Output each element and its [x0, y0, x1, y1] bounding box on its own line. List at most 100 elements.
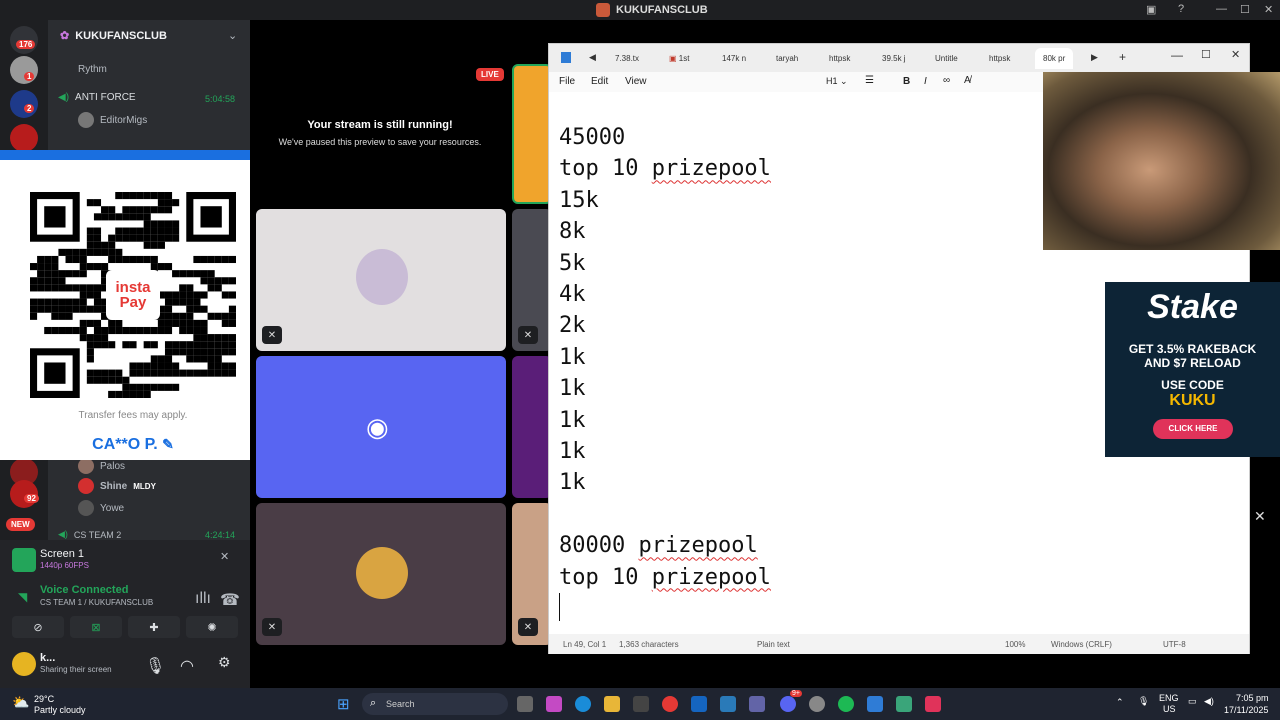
soundboard-icon[interactable]: ıllı: [195, 590, 211, 608]
encoding[interactable]: UTF-8: [1163, 640, 1186, 649]
network-icon[interactable]: ▭: [1188, 696, 1197, 707]
edge-icon[interactable]: [575, 696, 591, 712]
voice-member[interactable]: Palos: [78, 458, 125, 474]
close-button[interactable]: ✕: [1264, 3, 1273, 16]
line-ending[interactable]: Windows (CRLF): [1051, 640, 1112, 649]
tab-item[interactable]: 39.5k j: [882, 54, 906, 63]
app-icon[interactable]: [720, 696, 736, 712]
scroll-tabs-left-icon[interactable]: ◀: [589, 52, 596, 63]
outlook-icon[interactable]: [691, 696, 707, 712]
participant-tile[interactable]: [512, 356, 552, 498]
server-icon[interactable]: [10, 90, 38, 118]
search-box[interactable]: ⌕ Search: [362, 693, 508, 715]
paused-subtitle: We've paused this preview to save your r…: [278, 137, 482, 147]
menu-file[interactable]: File: [559, 76, 575, 87]
clock-date[interactable]: 17/11/2025: [1224, 705, 1268, 715]
voice-member[interactable]: EditorMigs: [78, 112, 147, 128]
text-line: 4k: [559, 282, 586, 308]
stake-ad-banner[interactable]: Stake GET 3.5% RAKEBACK AND $7 RELOAD US…: [1105, 282, 1280, 457]
stop-stream-button[interactable]: ⊠: [70, 616, 122, 638]
edit-icon[interactable]: ✎: [162, 436, 174, 452]
tab-item[interactable]: httpsk: [829, 54, 850, 63]
steam-icon[interactable]: [809, 696, 825, 712]
clear-format-icon[interactable]: A̸: [964, 75, 971, 86]
voice-channel[interactable]: ◀) CS TEAM 2: [58, 529, 121, 540]
chrome-icon[interactable]: [662, 696, 678, 712]
italic-icon[interactable]: I: [924, 76, 927, 87]
windows-start-icon[interactable]: ⊞: [337, 695, 350, 713]
voice-member[interactable]: Yowe: [78, 500, 124, 516]
voice-member[interactable]: Rythm: [78, 64, 107, 75]
headphones-icon[interactable]: ◠: [180, 656, 194, 676]
close-button[interactable]: ✕: [1231, 48, 1240, 61]
link-icon[interactable]: ∞: [943, 75, 950, 86]
participant-tile[interactable]: [512, 64, 552, 204]
menu-edit[interactable]: Edit: [591, 76, 608, 87]
spotify-icon[interactable]: [838, 696, 854, 712]
tab-item[interactable]: httpsk: [989, 54, 1010, 63]
text-format[interactable]: Plain text: [757, 640, 790, 649]
teams-icon[interactable]: [749, 696, 765, 712]
obs-icon[interactable]: [925, 696, 941, 712]
instapay-logo: insta Pay: [106, 270, 160, 320]
close-icon[interactable]: ✕: [220, 550, 229, 563]
participant-tile[interactable]: ◉: [256, 356, 506, 498]
task-view-icon[interactable]: [517, 696, 533, 712]
tab-item[interactable]: ▣ 1st: [669, 54, 689, 63]
tab-item[interactable]: 147k n: [722, 54, 746, 63]
new-tab-icon[interactable]: +: [1119, 50, 1126, 64]
voice-member[interactable]: Shine MLDY: [78, 478, 156, 494]
chevron-down-icon[interactable]: ⌄: [228, 29, 237, 42]
server-icon[interactable]: [10, 56, 38, 84]
maximize-button[interactable]: ☐: [1240, 3, 1250, 16]
camera-toggle-button[interactable]: ⊘: [12, 616, 64, 638]
screen-title: Screen 1: [40, 548, 85, 560]
notepad-text-area[interactable]: 45000 top 10 prizepool 15k 8k 5k 4k 2k 1k 1k 1k 1k…: [559, 122, 771, 622]
maximize-button[interactable]: ☐: [1201, 48, 1211, 61]
tab-item[interactable]: Untitle: [935, 54, 958, 63]
scroll-tabs-right-icon[interactable]: ▶: [1091, 52, 1098, 63]
voice-channel-path[interactable]: CS TEAM 1 / KUKUFANSCLUB: [40, 598, 153, 607]
language-region[interactable]: US: [1163, 704, 1176, 714]
inbox-icon[interactable]: ▣: [1146, 3, 1156, 16]
tab-item[interactable]: taryah: [776, 54, 798, 63]
tab-active[interactable]: 80k pr: [1035, 48, 1074, 69]
microphone-icon[interactable]: 🎙: [1138, 696, 1149, 707]
soundboard-button[interactable]: ✺: [186, 616, 238, 638]
voice-channel[interactable]: ◀) ANTI FORCE: [58, 92, 136, 103]
voice-timer: 4:24:14: [205, 530, 236, 540]
zoom-level[interactable]: 100%: [1005, 640, 1025, 649]
volume-icon[interactable]: ◀): [1204, 696, 1214, 707]
gear-icon[interactable]: ⚙: [218, 654, 231, 671]
disconnect-icon[interactable]: ☎: [220, 590, 240, 610]
avatar[interactable]: [12, 652, 36, 676]
heading-dropdown[interactable]: H1 ⌄: [826, 76, 848, 87]
minimize-button[interactable]: —: [1216, 3, 1227, 15]
server-header[interactable]: ✿ KUKUFANSCLUB: [60, 29, 167, 43]
app-titlebar: KUKUFANSCLUB ▣ ? — ☐ ✕: [0, 0, 1280, 20]
participant-tile[interactable]: [256, 503, 506, 645]
activities-button[interactable]: ✚: [128, 616, 180, 638]
chevron-up-icon[interactable]: ⌃: [1116, 697, 1124, 708]
close-icon[interactable]: ✕: [1254, 508, 1266, 525]
server-icon[interactable]: [10, 124, 38, 152]
bold-icon[interactable]: B: [903, 76, 910, 87]
app-icon[interactable]: [896, 696, 912, 712]
menu-view[interactable]: View: [625, 76, 647, 87]
tab-item[interactable]: 7.38.tx: [615, 54, 639, 63]
discord-icon[interactable]: [780, 696, 796, 712]
copilot-icon[interactable]: [546, 696, 562, 712]
store-icon[interactable]: [633, 696, 649, 712]
paused-title: Your stream is still running!: [307, 119, 453, 131]
language-code[interactable]: ENG: [1159, 693, 1179, 703]
help-icon[interactable]: ?: [1178, 3, 1184, 15]
ad-cta-button[interactable]: CLICK HERE: [1153, 419, 1233, 439]
weather-icon[interactable]: ⛅: [12, 694, 29, 711]
file-explorer-icon[interactable]: [604, 696, 620, 712]
notepad-taskbar-icon[interactable]: [867, 696, 883, 712]
clock-time[interactable]: 7:05 pm: [1236, 693, 1269, 703]
list-icon[interactable]: ☰: [865, 75, 874, 86]
minimize-button[interactable]: —: [1171, 48, 1183, 62]
microphone-icon[interactable]: 🎙: [145, 656, 165, 676]
participant-tile[interactable]: [256, 209, 506, 351]
